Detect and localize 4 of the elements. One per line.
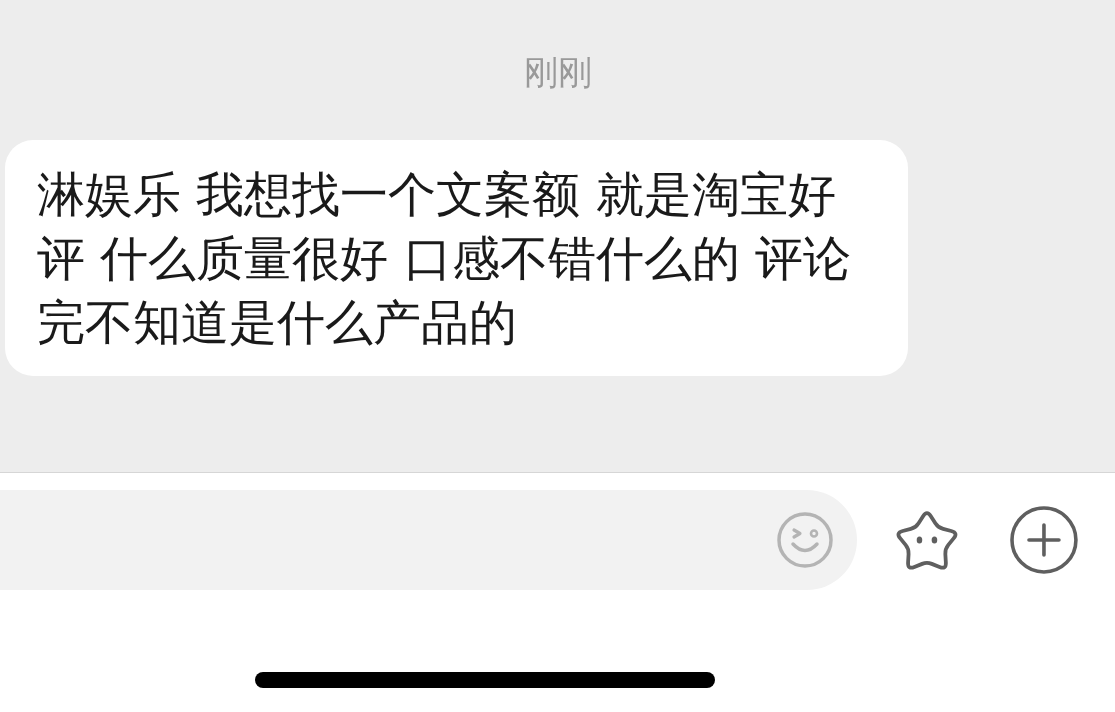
timestamp-text: 刚刚 (523, 52, 592, 92)
message-text: 淋娱乐 我想找一个文案额 就是淘宝好评 什么质量很好 口感不错什么的 评论完不知道是什么产品的 (37, 165, 852, 352)
plus-circle-icon[interactable] (1010, 506, 1078, 574)
message-input[interactable] (0, 490, 858, 590)
